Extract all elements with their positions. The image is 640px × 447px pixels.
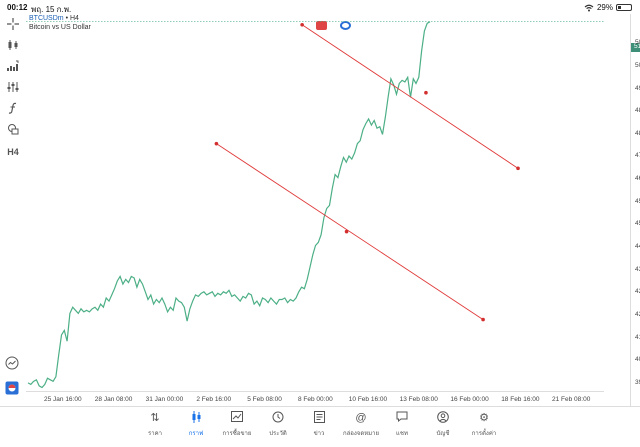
news-icon xyxy=(297,411,341,425)
one-click-trading-icon[interactable] xyxy=(5,381,21,397)
date-tick-label: 5 Feb 08:00 xyxy=(247,396,282,403)
nav-label: กล่องจดหมาย xyxy=(342,431,380,437)
price-tick-label: 41410.15 xyxy=(635,333,640,341)
price-tick-label: 50219.95 xyxy=(635,61,640,69)
crosshair-icon[interactable] xyxy=(5,16,21,32)
nav-label: แชท xyxy=(396,431,408,437)
nav-chart[interactable]: กราฟ xyxy=(174,411,218,438)
bottom-nav: ⇅ ราคา กราฟ การซื้อขาย ประวัติ ข่าว @ กล… xyxy=(0,406,640,447)
nav-trade[interactable]: การซื้อขาย xyxy=(215,411,259,438)
trendline-handle[interactable] xyxy=(481,317,485,322)
price-tick-label: 45080.90 xyxy=(635,220,640,228)
account-icon xyxy=(421,411,465,425)
candlestick-icon[interactable] xyxy=(5,37,21,53)
date-tick-label: 21 Feb 08:00 xyxy=(552,396,591,403)
history-icon xyxy=(256,411,300,425)
arrows-updown-icon: ⇅ xyxy=(150,412,160,424)
battery-percent: 29% xyxy=(596,3,613,12)
price-tick-label: 46549.20 xyxy=(635,175,640,183)
price-tick-label: 43612.60 xyxy=(635,265,640,273)
nav-news[interactable]: ข่าว xyxy=(297,411,341,438)
date-tick-label: 31 Jan 00:00 xyxy=(145,396,184,403)
trendline-1[interactable] xyxy=(301,24,519,169)
price-series-line xyxy=(27,21,431,389)
nav-settings[interactable]: ⚙ การตั้งค่า xyxy=(462,411,506,438)
price-tick-label: 42144.30 xyxy=(635,311,640,319)
nav-mailbox[interactable]: @ กล่องจดหมาย xyxy=(339,411,383,438)
price-tick-label: 44346.75 xyxy=(635,243,640,251)
nav-label: ประวัติ xyxy=(269,431,287,437)
status-indicators: 29% xyxy=(584,3,632,12)
settings-gear-icon: ⚙ xyxy=(479,412,489,424)
price-tick-label: 47283.35 xyxy=(635,152,640,160)
wifi-icon xyxy=(584,4,594,11)
nav-label: การตั้งค่า xyxy=(471,431,497,437)
timeframe-button[interactable]: H4 xyxy=(5,144,21,160)
nav-label: การซื้อขาย xyxy=(222,431,252,437)
price-plot[interactable] xyxy=(26,14,604,406)
price-tick-label: 45815.05 xyxy=(635,197,640,205)
candlestick-icon xyxy=(174,411,218,425)
sliders-icon[interactable] xyxy=(5,79,21,95)
nav-label: ข่าว xyxy=(313,431,325,437)
trendline-handle[interactable] xyxy=(424,90,428,95)
price-tick-label: 49485.80 xyxy=(635,84,640,92)
chat-bubble-icon xyxy=(380,411,424,425)
trendline-handle[interactable] xyxy=(214,141,219,146)
status-bar: 00:12 พฤ. 15 ก.พ. 29% xyxy=(0,0,640,14)
nav-chat[interactable]: แชท xyxy=(380,411,424,438)
date-tick-label: 18 Feb 16:00 xyxy=(501,396,540,403)
chart-indicators-icon[interactable] xyxy=(5,58,21,74)
trendline-handle[interactable] xyxy=(344,229,349,234)
date-tick-label: 2 Feb 16:00 xyxy=(196,396,232,403)
nav-quotes[interactable]: ⇅ ราคา xyxy=(133,411,177,438)
shapes-icon[interactable] xyxy=(5,121,21,137)
price-tick-label: 40676.00 xyxy=(635,356,640,364)
function-icon[interactable] xyxy=(5,100,21,116)
date-tick-label: 10 Feb 16:00 xyxy=(348,396,388,403)
left-toolbar: H4 xyxy=(0,14,26,406)
trendline-handle[interactable] xyxy=(516,166,520,171)
date-tick-label: 28 Jan 08:00 xyxy=(94,396,133,403)
nav-label: บัญชี xyxy=(436,431,450,437)
nav-accounts[interactable]: บัญชี xyxy=(421,411,465,438)
trendline-handle[interactable] xyxy=(300,23,304,27)
price-tick-label: 48751.65 xyxy=(635,107,640,115)
date-tick-label: 13 Feb 08:00 xyxy=(399,396,438,403)
chart-area[interactable]: BTCUSDm • H4 Bitcoin vs US Dollar 51650.… xyxy=(26,14,640,406)
nav-label: ราคา xyxy=(148,431,162,437)
battery-icon xyxy=(616,4,632,11)
price-tick-label: 39941.85 xyxy=(635,379,640,387)
date-tick-label: 25 Jan 16:00 xyxy=(44,396,82,403)
nav-history[interactable]: ประวัติ xyxy=(256,411,300,438)
battery-level xyxy=(618,6,622,9)
trendline-2[interactable] xyxy=(216,143,484,320)
price-tick-label: 48017.50 xyxy=(635,129,640,137)
trade-chart-icon xyxy=(215,411,259,425)
price-tick-label: 42878.45 xyxy=(635,288,640,296)
date-tick-label: 16 Feb 00:00 xyxy=(450,396,489,403)
status-time: 00:12 xyxy=(7,3,28,12)
trading-signals-icon[interactable] xyxy=(5,356,21,372)
price-axis: 51650.24 50954.1050219.9549485.8048751.6… xyxy=(630,14,640,406)
nav-label: กราฟ xyxy=(188,431,204,437)
mail-at-icon: @ xyxy=(355,412,367,424)
date-axis: 25 Jan 16:00 28 Jan 08:00 31 Jan 00:00 2 Fe… xyxy=(26,391,604,406)
price-tick-label: 50954.10 xyxy=(635,39,640,47)
date-tick-label: 8 Feb 00:00 xyxy=(298,396,333,403)
